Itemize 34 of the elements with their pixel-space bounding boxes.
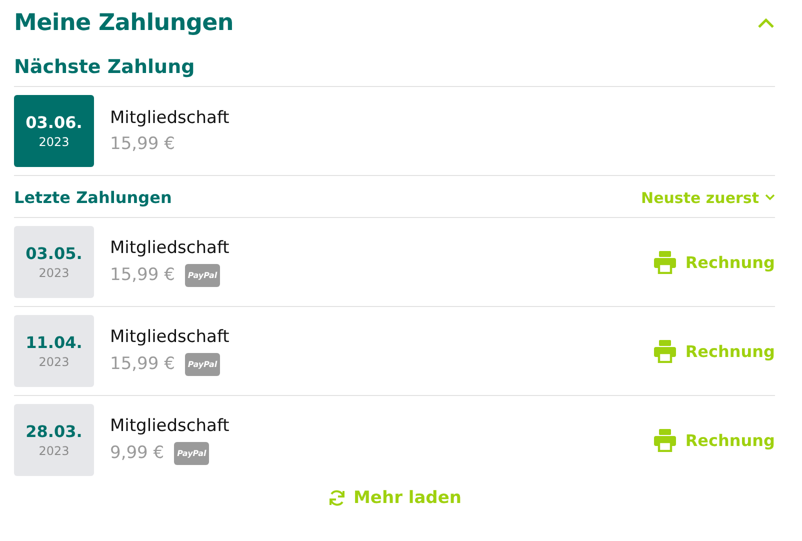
printer-icon <box>653 250 678 274</box>
section-title: Meine Zahlungen <box>14 10 234 36</box>
payment-method-badge: PayPal <box>174 442 210 464</box>
invoice-button[interactable]: Rechnung <box>653 339 775 363</box>
payment-date: 03.05. <box>26 244 82 263</box>
payment-year: 2023 <box>38 266 70 280</box>
chevron-up-icon <box>757 17 775 29</box>
collapse-button[interactable] <box>757 17 775 29</box>
sort-dropdown[interactable]: Neuste zuerst <box>641 188 775 206</box>
payment-year: 2023 <box>38 444 70 458</box>
payment-name: Mitgliedschaft <box>110 416 230 436</box>
payment-date: 28.03. <box>26 422 82 441</box>
payment-date: 11.04. <box>26 333 82 352</box>
payment-name: Mitgliedschaft <box>110 108 230 128</box>
invoice-button[interactable]: Rechnung <box>653 250 775 274</box>
subsection-heading: Letzte Zahlungen <box>14 188 172 207</box>
payment-year: 2023 <box>38 135 70 149</box>
payment-amount: 15,99 € <box>110 354 175 374</box>
payment-name: Mitgliedschaft <box>110 326 230 346</box>
payment-amount: 15,99 € <box>110 134 175 154</box>
payment-amount: 9,99 € <box>110 443 164 463</box>
printer-icon <box>653 339 678 363</box>
payment-name: Mitgliedschaft <box>110 238 230 258</box>
payment-method-badge: PayPal <box>184 264 220 286</box>
printer-icon <box>653 428 678 452</box>
invoice-button[interactable]: Rechnung <box>653 428 775 452</box>
refresh-icon <box>328 489 346 507</box>
payment-year: 2023 <box>38 355 70 369</box>
chevron-down-icon <box>765 194 775 201</box>
payment-method-badge: PayPal <box>184 352 220 376</box>
payment-amount: 15,99 € <box>110 265 175 285</box>
payment-date: 03.06. <box>26 113 82 132</box>
subsection-heading: Nächste Zahlung <box>14 40 775 87</box>
load-more-button[interactable]: Mehr laden <box>328 488 462 508</box>
